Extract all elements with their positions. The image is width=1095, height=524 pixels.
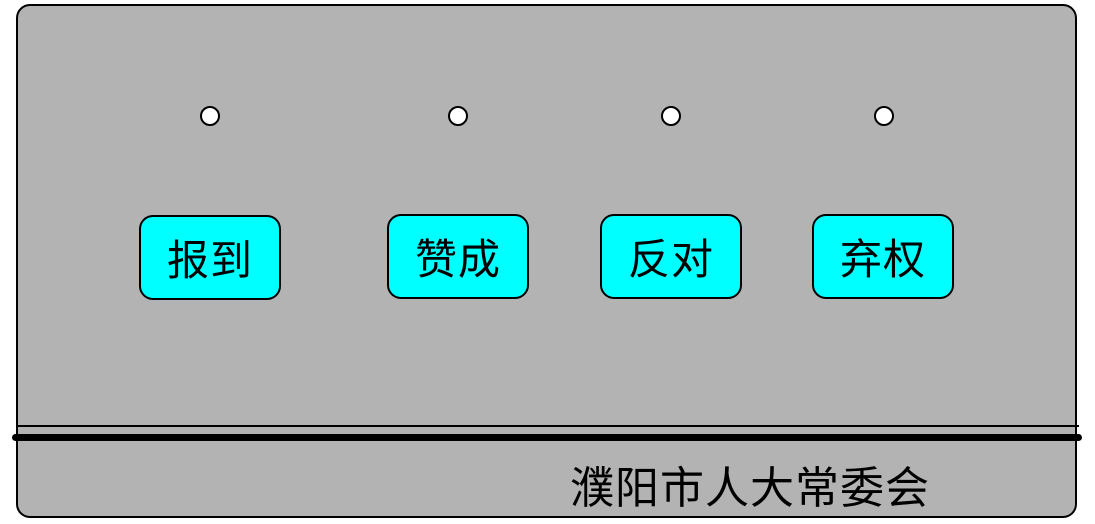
abstain-button[interactable]: 弃权 [812,214,954,299]
indicator-light-abstain [874,106,894,126]
checkin-button[interactable]: 报到 [139,215,281,300]
divider-thick [12,434,1082,441]
indicator-light-oppose [661,106,681,126]
organization-label: 濮阳市人大常委会 [570,463,930,514]
approve-button[interactable]: 赞成 [387,214,529,299]
oppose-button[interactable]: 反对 [600,214,742,299]
indicator-light-checkin [200,106,220,126]
divider-thin [16,425,1079,427]
indicator-light-approve [448,106,468,126]
